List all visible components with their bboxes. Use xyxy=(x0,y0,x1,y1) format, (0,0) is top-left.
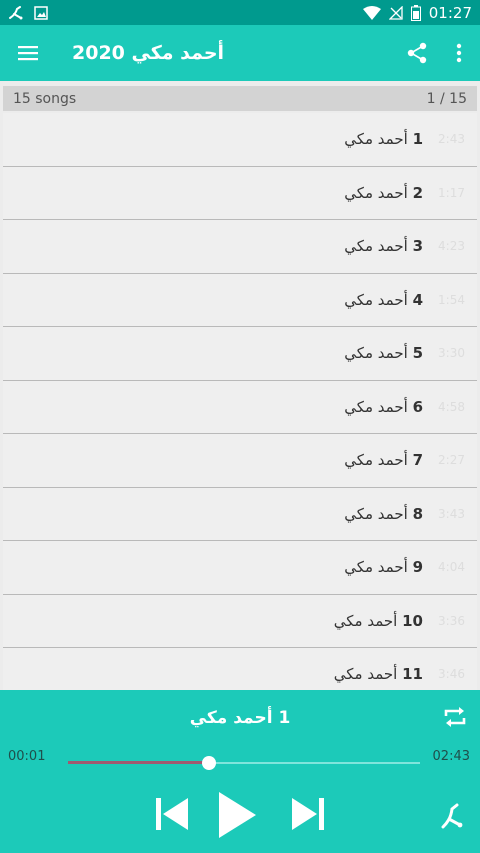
menu-button[interactable] xyxy=(0,25,56,81)
song-number: 4 xyxy=(412,290,423,309)
song-title-text: أحمد مكي xyxy=(344,344,408,363)
song-duration: 1:54 xyxy=(438,292,465,307)
next-button[interactable] xyxy=(290,794,326,838)
song-title-text: أحمد مكي xyxy=(344,397,408,416)
song-duration: 3:30 xyxy=(438,346,465,361)
song-duration: 4:04 xyxy=(438,560,465,575)
song-number: 2 xyxy=(412,183,423,202)
song-title-text: أحمد مكي xyxy=(344,130,408,149)
song-duration: 3:43 xyxy=(438,506,465,521)
current-time: 00:01 xyxy=(8,749,46,764)
song-duration: 2:27 xyxy=(438,453,465,468)
song-title-text: أحمد مكي xyxy=(333,665,398,684)
now-playing-number: 1 xyxy=(278,708,291,728)
song-title: 4 أحمد مكي xyxy=(344,291,423,309)
play-icon xyxy=(219,792,256,838)
song-number: 1 xyxy=(412,130,423,149)
song-title-text: أحمد مكي xyxy=(344,290,408,309)
song-title: 2 أحمد مكي xyxy=(344,184,423,202)
song-row[interactable]: 4 أحمد مكي 1:54 xyxy=(3,273,477,327)
song-number: 8 xyxy=(412,504,423,523)
notification-app-icon xyxy=(8,5,24,20)
hamburger-icon xyxy=(18,46,38,61)
song-row[interactable]: 6 أحمد مكي 4:58 xyxy=(3,380,477,434)
no-signal-icon xyxy=(388,5,403,20)
song-title: 10 أحمد مكي xyxy=(334,612,423,630)
song-title: 1 أحمد مكي xyxy=(344,130,423,148)
song-duration: 3:36 xyxy=(438,613,465,628)
song-duration: 3:46 xyxy=(438,667,465,682)
now-playing: 1 أحمد مكي xyxy=(0,708,480,728)
song-number: 10 xyxy=(402,611,423,630)
song-row[interactable]: 9 أحمد مكي 4:04 xyxy=(3,541,477,595)
share-button[interactable] xyxy=(396,25,438,81)
wifi-icon xyxy=(362,5,381,20)
song-title: 7 أحمد مكي xyxy=(344,451,423,469)
song-row[interactable]: 7 أحمد مكي 2:27 xyxy=(3,434,477,488)
song-row[interactable]: 8 أحمد مكي 3:43 xyxy=(3,487,477,541)
song-title-text: أحمد مكي xyxy=(344,183,408,202)
app-bar: أحمد مكي 2020 xyxy=(0,25,480,81)
now-playing-title: أحمد مكي xyxy=(189,708,273,728)
clock: 01:27 xyxy=(428,3,472,22)
song-title: 5 أحمد مكي xyxy=(344,344,423,362)
song-title-text: أحمد مكي xyxy=(344,237,408,256)
song-row[interactable]: 2 أحمد مكي 1:17 xyxy=(3,166,477,220)
song-title-text: أحمد مكي xyxy=(344,558,408,577)
share-icon xyxy=(407,42,427,64)
song-duration: 4:58 xyxy=(438,399,465,414)
song-number: 9 xyxy=(412,558,423,577)
app-logo-icon xyxy=(440,803,466,835)
song-duration: 4:23 xyxy=(438,239,465,254)
song-row[interactable]: 10 أحمد مكي 3:36 xyxy=(3,594,477,648)
song-count: 15 songs xyxy=(13,90,77,107)
status-bar: 01:27 xyxy=(0,0,480,25)
song-number: 11 xyxy=(402,665,423,684)
play-button[interactable] xyxy=(216,790,258,844)
song-title-text: أحمد مكي xyxy=(344,451,408,470)
song-row[interactable]: 5 أحمد مكي 3:30 xyxy=(3,327,477,381)
page-title: أحمد مكي 2020 xyxy=(72,42,225,64)
more-options-button[interactable] xyxy=(438,25,480,81)
total-time: 02:43 xyxy=(432,749,470,764)
song-row[interactable]: 11 أحمد مكي 3:46 xyxy=(3,648,477,690)
song-duration: 1:17 xyxy=(438,185,465,200)
song-number: 3 xyxy=(412,237,423,256)
song-number: 5 xyxy=(412,344,423,363)
repeat-icon xyxy=(444,707,466,727)
seek-progress xyxy=(68,761,209,764)
song-duration: 2:43 xyxy=(438,132,465,147)
seek-bar[interactable] xyxy=(68,756,420,770)
song-count-header: 15 songs 1 / 15 xyxy=(3,86,477,111)
player-panel: 1 أحمد مكي 00:01 02:43 xyxy=(0,690,480,853)
song-row[interactable]: 3 أحمد مكي 4:23 xyxy=(3,220,477,274)
song-title: 9 أحمد مكي xyxy=(344,558,423,576)
song-position: 1 / 15 xyxy=(426,90,467,107)
song-title: 3 أحمد مكي xyxy=(344,237,423,255)
song-title: 11 أحمد مكي xyxy=(334,665,423,683)
repeat-button[interactable] xyxy=(442,704,468,734)
seek-thumb[interactable] xyxy=(201,756,216,770)
song-number: 7 xyxy=(412,451,423,470)
song-row[interactable]: 1 أحمد مكي 2:43 xyxy=(3,113,477,167)
song-title-text: أحمد مكي xyxy=(333,611,398,630)
song-title: 6 أحمد مكي xyxy=(344,398,423,416)
skip-previous-icon xyxy=(156,798,188,830)
song-title: 8 أحمد مكي xyxy=(344,505,423,523)
skip-next-icon xyxy=(292,798,324,830)
more-vert-icon xyxy=(456,43,462,63)
previous-button[interactable] xyxy=(154,794,190,838)
battery-icon xyxy=(410,4,421,21)
song-list[interactable]: 1 أحمد مكي 2:43 2 أحمد مكي 1:17 3 أحمد مكي 4:… xyxy=(3,113,477,690)
song-number: 6 xyxy=(412,397,423,416)
image-notification-icon xyxy=(34,5,48,20)
song-title-text: أحمد مكي xyxy=(344,504,408,523)
